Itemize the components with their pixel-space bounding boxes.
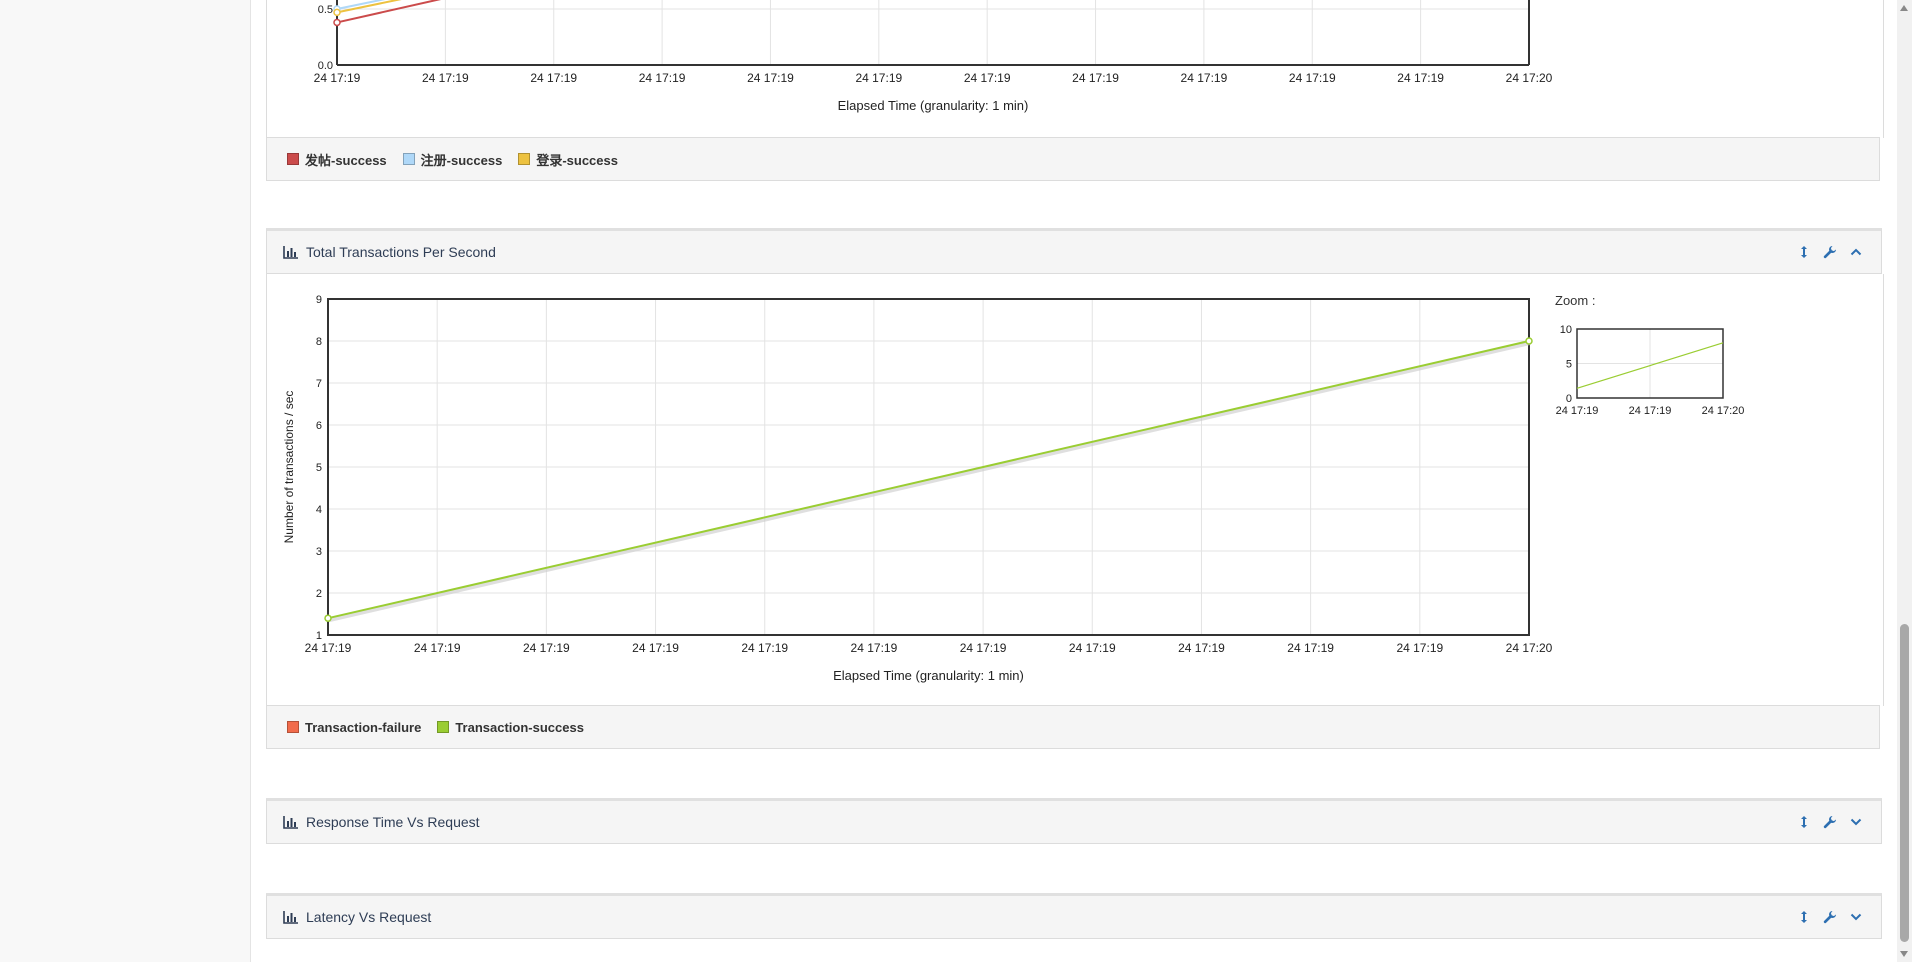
y-tick-label: 8 [316,336,322,348]
series-point [333,18,341,27]
tps-chart-legend: Transaction-failure Transaction-success [266,705,1880,749]
x-tick-label: 24 17:19 [855,71,902,85]
x-tick-label: 24 17:19 [747,71,794,85]
zoom-x-tick-label: 24 17:20 [1702,405,1745,417]
tps-panel-header[interactable]: Total Transactions Per Second [266,228,1882,274]
x-axis-title: Elapsed Time (granularity: 1 min) [833,668,1024,683]
y-tick-label: 3 [316,546,322,558]
success-over-time-chart: 0.00.524 17:19 24 17:19 24 17:19 24 17:19 24… [314,0,1553,113]
success-chart-panel: 0.0 0.5 24 17:19 24 17:19 24 17:19 24 17:19 24… [266,0,1884,138]
y-tick-label: 9 [316,294,322,306]
legend-swatch [518,153,531,165]
zoom-y-tick-label: 0 [1566,393,1572,405]
y-tick-label: 0.5 [318,4,333,16]
resize-vertical-icon[interactable] [1797,245,1811,259]
x-tick-label: 24 17:19 [1287,641,1334,655]
bar-chart-icon [283,910,299,924]
zoom-x-tick-label: 24 17:19 [1629,405,1672,417]
tps-legend-item[interactable]: Transaction-success [437,720,584,735]
bar-chart-icon [283,245,299,259]
response-time-panel-title: Response Time Vs Request [306,814,480,830]
wrench-icon[interactable] [1823,245,1837,259]
response-time-panel-tools [1797,801,1863,843]
response-time-panel-header[interactable]: Response Time Vs Request [266,798,1882,844]
success-legend-item[interactable]: 登录-success [518,150,618,169]
x-tick-label: 24 17:20 [1506,641,1553,655]
y-tick-label: 6 [316,420,322,432]
legend-label: 注册-success [420,152,503,168]
zoom-y-tick-label: 10 [1560,324,1572,336]
success-chart-legend: 发帖-success 注册-success 登录-success [266,137,1880,181]
x-tick-label: 24 17:19 [305,641,352,655]
x-tick-label: 24 17:19 [1396,641,1443,655]
latency-panel-header[interactable]: Latency Vs Request [266,893,1882,939]
x-tick-label: 24 17:19 [1289,71,1336,85]
x-tick-label: 24 17:20 [1506,71,1553,85]
scroll-down-arrow-icon[interactable] [1900,951,1908,957]
tps-panel-body: 1 2 3 4 5 6 7 8 9 24 17:19 24 17:19 24 17:19 24 17:1… [266,274,1884,706]
resize-vertical-icon[interactable] [1797,815,1811,829]
success-legend-item[interactable]: 注册-success [402,150,503,169]
series-line [336,0,442,24]
wrench-icon[interactable] [1823,815,1837,829]
x-axis-title: Elapsed Time (granularity: 1 min) [838,98,1029,113]
latency-panel-tools [1797,896,1863,938]
series-point [1525,337,1533,345]
scrollbar-thumb[interactable] [1900,624,1909,942]
y-tick-label: 5 [316,462,322,474]
x-tick-label: 24 17:19 [1178,641,1225,655]
tps-panel-title: Total Transactions Per Second [306,244,496,260]
x-tick-label: 24 17:19 [632,641,679,655]
legend-label: Transaction-failure [305,719,422,735]
x-tick-label: 24 17:19 [314,71,361,85]
scroll-up-arrow-icon[interactable] [1900,5,1908,11]
x-tick-label: 24 17:19 [414,641,461,655]
series-point [324,614,332,622]
zoom-y-tick-label: 5 [1566,359,1572,371]
x-tick-label: 24 17:19 [741,641,788,655]
x-tick-label: 24 17:19 [960,641,1007,655]
y-axis-title: Number of transactions / sec [282,391,296,544]
zoom-x-tick-label: 24 17:19 [1556,405,1599,417]
legend-label: 发帖-success [305,152,387,168]
bar-chart-icon [283,815,299,829]
legend-swatch [287,153,299,165]
x-tick-label: 24 17:19 [530,71,577,85]
x-tick-label: 24 17:19 [1072,71,1119,85]
x-tick-label: 24 17:19 [422,71,469,85]
x-tick-label: 24 17:19 [523,641,570,655]
legend-label: Transaction-success [455,719,584,735]
series-point [333,8,341,17]
legend-swatch [402,153,415,165]
zoom-label: Zoom : [1555,293,1595,308]
x-tick-label: 24 17:19 [1397,71,1444,85]
left-sidebar [0,0,251,962]
x-tick-label: 24 17:19 [639,71,686,85]
latency-panel-title: Latency Vs Request [306,909,432,925]
y-tick-label: 4 [316,504,322,516]
dashboard-main: 0.0 0.5 24 17:19 24 17:19 24 17:19 24 17:19 24… [266,0,1884,962]
x-tick-label: 24 17:19 [964,71,1011,85]
tps-panel-tools [1797,231,1863,273]
x-tick-label: 24 17:19 [1181,71,1228,85]
chevron-up-icon[interactable] [1849,245,1863,259]
chevron-down-icon[interactable] [1849,815,1863,829]
legend-swatch [287,721,299,733]
tps-legend-item[interactable]: Transaction-failure [287,720,421,735]
wrench-icon[interactable] [1823,910,1837,924]
legend-swatch [437,721,450,733]
y-tick-label: 2 [316,588,322,600]
tps-chart: 12345678924 17:19 24 17:19 24 17:19 24 17:1… [282,293,1745,683]
y-tick-label: 7 [316,378,322,390]
success-legend-item[interactable]: 发帖-success [287,150,387,169]
legend-label: 登录-success [536,152,618,168]
x-tick-label: 24 17:19 [851,641,898,655]
resize-vertical-icon[interactable] [1797,910,1811,924]
series-shadow [328,341,1531,623]
chevron-down-icon[interactable] [1849,910,1863,924]
x-tick-label: 24 17:19 [1069,641,1116,655]
page-scrollbar[interactable] [1897,0,1912,962]
